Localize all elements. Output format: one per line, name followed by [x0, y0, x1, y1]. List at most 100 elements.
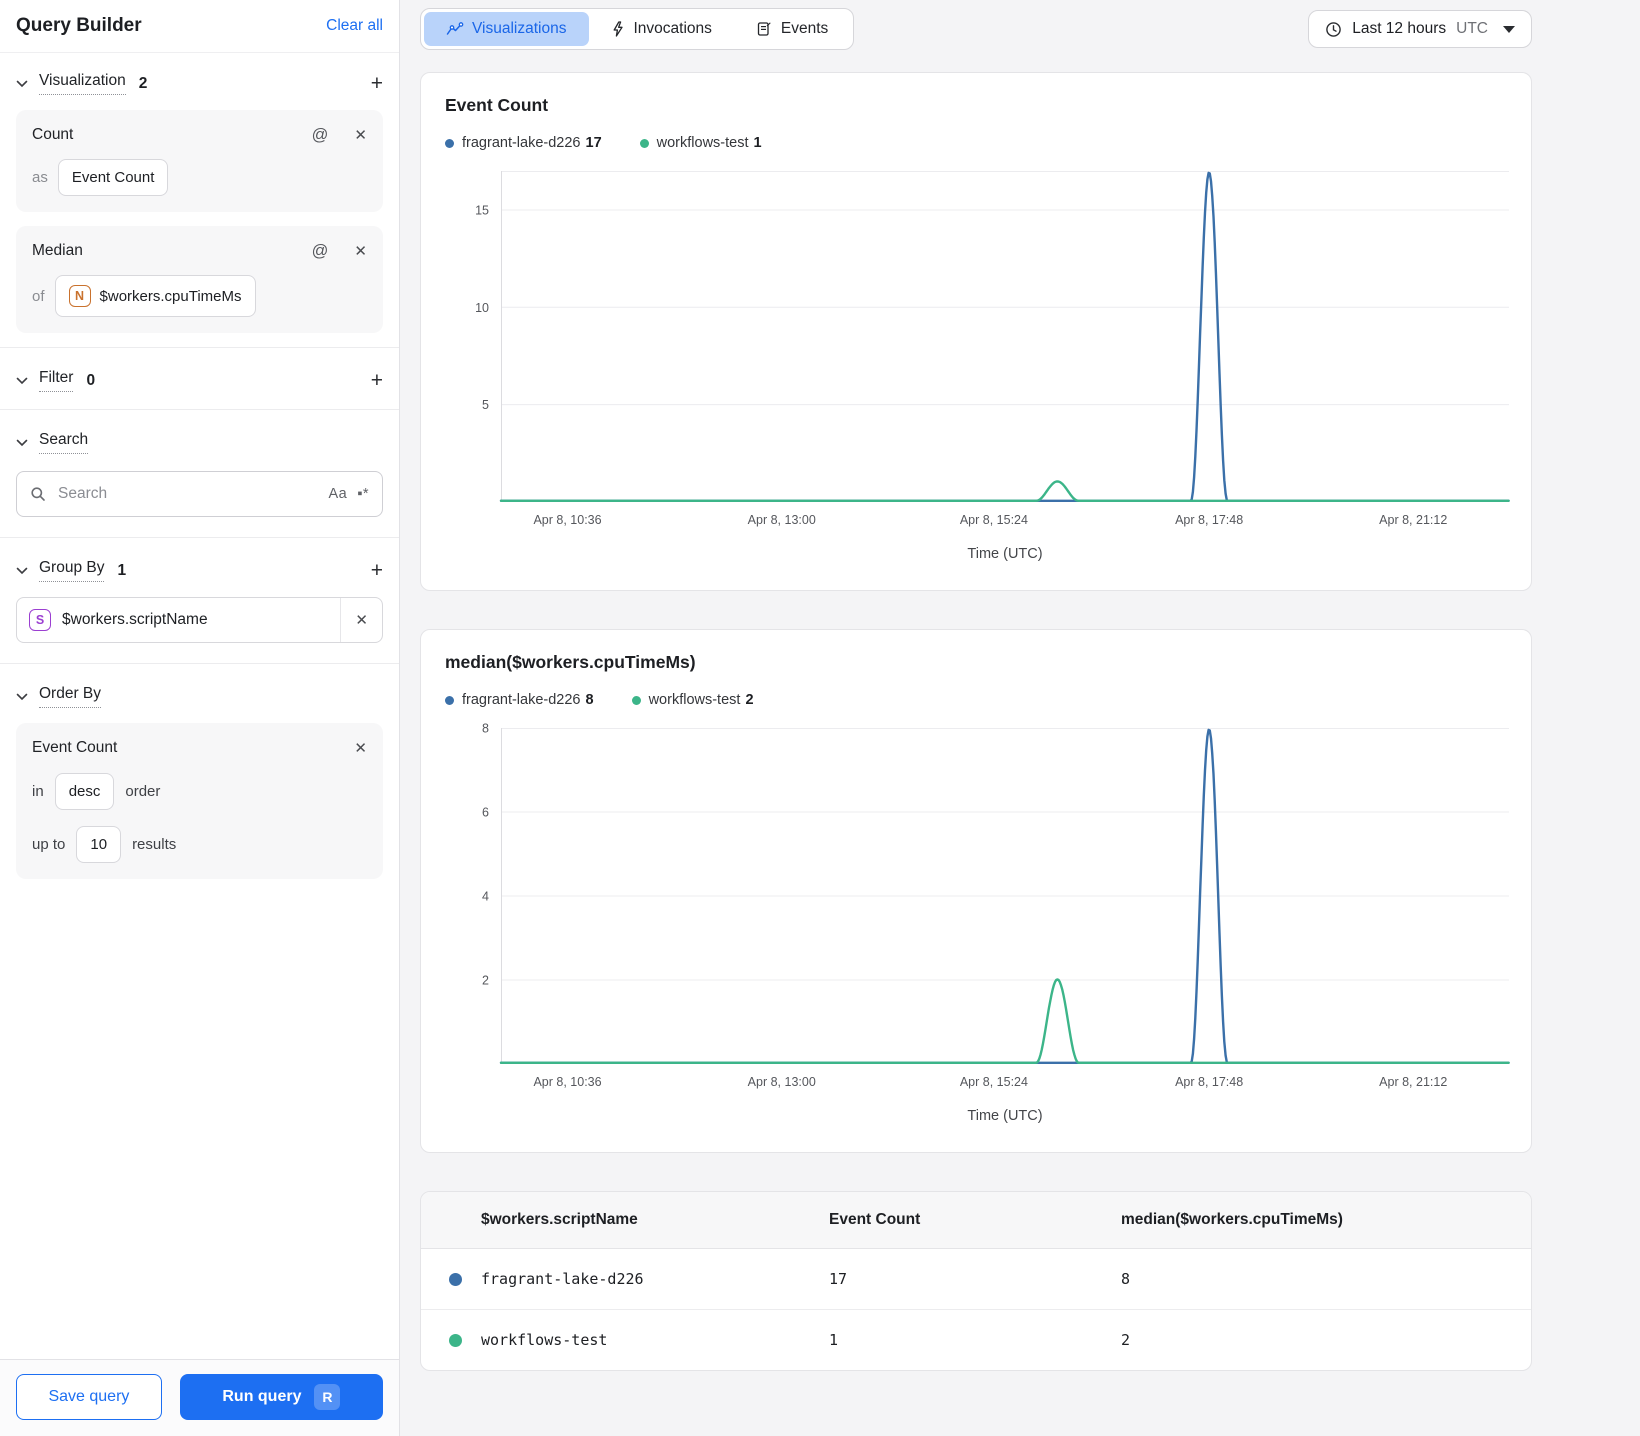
search-section-title: Search	[39, 431, 89, 454]
search-box: Aa ▪*	[16, 471, 383, 517]
order-by-section-header: Order By	[16, 666, 383, 723]
legend-item[interactable]: fragrant-lake-d226 8	[445, 692, 594, 708]
section-divider	[0, 409, 399, 410]
add-filter-button[interactable]: +	[371, 370, 383, 391]
alias-icon[interactable]: @	[312, 243, 329, 260]
table-row: workflows-test 1 2	[421, 1310, 1531, 1370]
topbar: Visualizations Invocations Events Last 1…	[420, 8, 1532, 50]
svg-text:Apr 8, 21:12: Apr 8, 21:12	[1379, 513, 1447, 527]
svg-text:Apr 8, 15:24: Apr 8, 15:24	[960, 513, 1028, 527]
group-by-field[interactable]: S $workers.scriptName ✕	[16, 597, 383, 643]
column-header-median: median($workers.cpuTimeMs)	[1121, 1211, 1343, 1228]
tab-label: Visualizations	[472, 20, 567, 37]
event-note-icon	[756, 21, 772, 37]
svg-text:Time (UTC): Time (UTC)	[967, 546, 1042, 562]
chevron-down-icon[interactable]	[16, 439, 28, 447]
legend-item[interactable]: workflows-test 1	[639, 135, 762, 151]
run-query-label: Run query	[222, 1388, 302, 1405]
alias-icon[interactable]: @	[312, 127, 329, 144]
legend-series-name: workflows-test	[656, 135, 749, 151]
time-range-label: Last 12 hours	[1352, 20, 1447, 37]
connector-word: as	[32, 169, 48, 186]
svg-text:10: 10	[475, 301, 489, 315]
sort-direction-select[interactable]: desc	[54, 773, 115, 810]
filter-count: 0	[86, 371, 96, 389]
svg-text:Apr 8, 17:48: Apr 8, 17:48	[1175, 513, 1243, 527]
string-type-icon: S	[29, 609, 51, 631]
svg-text:Apr 8, 15:24: Apr 8, 15:24	[960, 1075, 1028, 1089]
script-name: fragrant-lake-d226	[481, 1270, 644, 1288]
lightning-icon	[611, 21, 625, 37]
median-cell: 2	[1121, 1331, 1131, 1349]
chevron-down-icon[interactable]	[16, 377, 28, 385]
run-shortcut-key: R	[314, 1384, 341, 1410]
tab-label: Invocations	[633, 20, 712, 37]
svg-text:2: 2	[482, 974, 489, 988]
chart-title: median($workers.cpuTimeMs)	[445, 652, 696, 672]
group-by-section-title: Group By	[39, 559, 105, 582]
visualization-count: 2	[138, 74, 148, 92]
alias-value-chip[interactable]: Event Count	[57, 159, 169, 196]
visualization-card-title: Count	[32, 126, 74, 143]
order-by-field: Event Count	[32, 739, 118, 756]
order-word: order	[125, 783, 161, 800]
result-limit-input[interactable]: 10	[76, 826, 122, 863]
tab-visualizations[interactable]: Visualizations	[424, 12, 589, 46]
remove-order-by-button[interactable]: ✕	[354, 741, 367, 756]
legend-item[interactable]: fragrant-lake-d226 17	[445, 135, 602, 151]
svg-text:Apr 8, 17:48: Apr 8, 17:48	[1175, 1075, 1243, 1089]
order-by-card: Event Count ✕ in desc order up to 10 res…	[16, 723, 383, 879]
clear-all-button[interactable]: Clear all	[326, 17, 383, 35]
remove-group-by-button[interactable]: ✕	[355, 613, 368, 628]
tab-events[interactable]: Events	[734, 12, 850, 46]
run-query-button[interactable]: Run query R	[179, 1374, 383, 1420]
chart-title: Event Count	[445, 95, 549, 115]
series-color-dot	[449, 1272, 462, 1286]
results-word: results	[132, 836, 177, 853]
svg-text:Apr 8, 10:36: Apr 8, 10:36	[533, 513, 601, 527]
save-query-button[interactable]: Save query	[16, 1374, 162, 1420]
legend-series-value: 1	[753, 135, 762, 151]
svg-text:Apr 8, 13:00: Apr 8, 13:00	[748, 1075, 816, 1089]
event-count-cell: 1	[829, 1331, 839, 1349]
regex-toggle[interactable]: ▪*	[357, 486, 369, 502]
up-to-word: up to	[32, 836, 66, 853]
median-chart-panel: median($workers.cpuTimeMs) fragrant-lake…	[420, 629, 1532, 1153]
main-content: Visualizations Invocations Events Last 1…	[400, 0, 1640, 1436]
add-group-by-button[interactable]: +	[371, 560, 383, 581]
remove-visualization-button[interactable]: ✕	[354, 244, 367, 259]
chevron-down-icon[interactable]	[16, 567, 28, 575]
series-color-dot	[449, 1333, 462, 1347]
tab-invocations[interactable]: Invocations	[589, 12, 734, 46]
chart-legend: fragrant-lake-d226 17 workflows-test 1	[445, 135, 1507, 151]
svg-text:8: 8	[482, 722, 489, 736]
add-visualization-button[interactable]: +	[371, 73, 383, 94]
series-line-workflows-test	[499, 480, 1510, 502]
median-chart: 2 4 6 8 Apr 8, 10:36 Apr 8, 13:00 Apr 8, 15:24…	[445, 722, 1510, 1128]
results-table-body: fragrant-lake-d226 17 8 workflows-test 1 2	[421, 1249, 1531, 1370]
legend-item[interactable]: workflows-test 2	[631, 692, 754, 708]
case-sensitive-toggle[interactable]: Aa	[328, 486, 347, 502]
sidebar-footer: Save query Run query R	[0, 1359, 399, 1436]
section-divider	[0, 663, 399, 664]
time-range-select[interactable]: Last 12 hours UTC	[1308, 10, 1532, 48]
series-color-dot	[639, 138, 649, 148]
chevron-down-icon[interactable]	[16, 80, 28, 88]
legend-series-name: workflows-test	[648, 692, 741, 708]
section-divider	[0, 347, 399, 348]
event-count-chart: 5 10 15 Apr 8, 10:36 Apr 8, 13:00 Apr 8, 15:2…	[445, 171, 1510, 566]
field-select-chip[interactable]: N $workers.cpuTimeMs	[54, 275, 256, 317]
search-section-header: Search	[16, 412, 383, 469]
script-name-cell: workflows-test	[421, 1331, 829, 1349]
series-line-fragrant-lake-d226	[499, 171, 1510, 502]
order-by-section-title: Order By	[39, 685, 102, 708]
remove-visualization-button[interactable]: ✕	[354, 128, 367, 143]
search-icon	[30, 486, 46, 502]
chevron-down-icon[interactable]	[16, 693, 28, 701]
results-table-header: $workers.scriptName Event Count median($…	[421, 1192, 1531, 1249]
event-count-chart-panel: Event Count fragrant-lake-d226 17 workflow…	[420, 72, 1532, 591]
visualization-card-count: Count @ ✕ as Event Count	[16, 110, 383, 212]
svg-text:4: 4	[482, 890, 489, 904]
search-input[interactable]	[56, 484, 319, 504]
table-row: fragrant-lake-d226 17 8	[421, 1249, 1531, 1310]
